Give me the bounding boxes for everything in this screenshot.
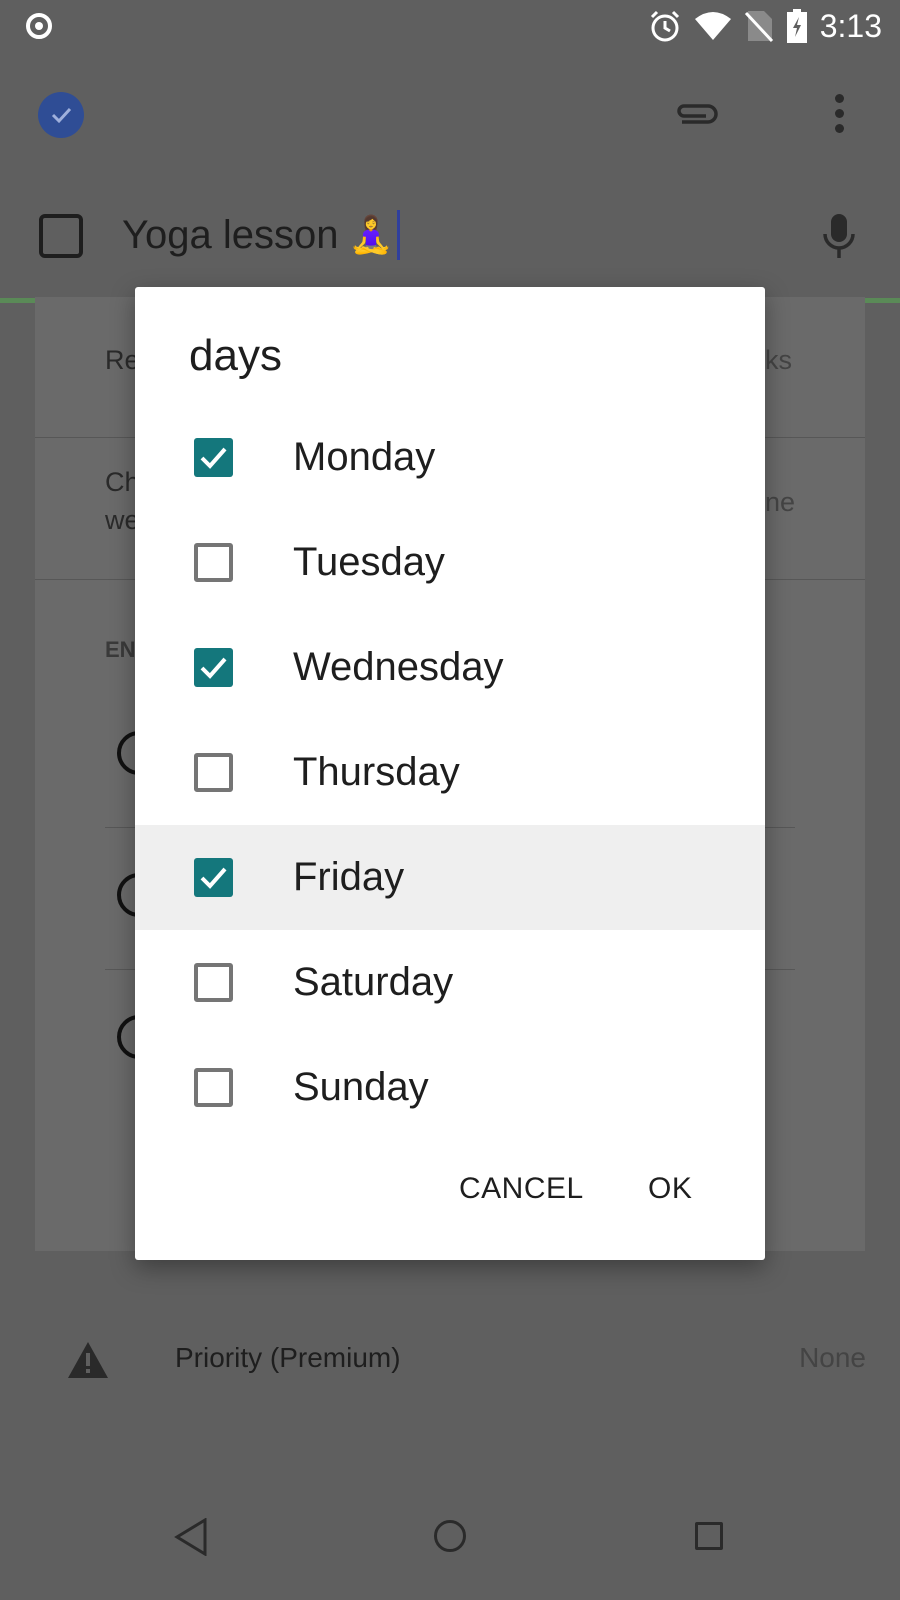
checkbox-unchecked-icon[interactable] — [194, 753, 233, 792]
day-option-label: Friday — [293, 855, 405, 899]
alarm-icon — [650, 10, 679, 42]
priority-value[interactable]: None — [799, 1342, 866, 1374]
day-option-sunday[interactable]: Sunday — [135, 1035, 765, 1140]
day-option-label: Tuesday — [293, 540, 445, 584]
checkbox-checked-icon[interactable] — [194, 648, 233, 687]
nav-home-icon[interactable] — [434, 1520, 466, 1552]
day-option-wednesday[interactable]: Wednesday — [135, 615, 765, 720]
bg-section-header: EN — [105, 637, 136, 662]
ok-button[interactable]: OK — [648, 1172, 692, 1206]
day-option-list: Monday Tuesday Wednesday Thursday Friday Satu… — [135, 405, 765, 1140]
checkbox-checked-icon[interactable] — [194, 858, 233, 897]
notification-dot-icon — [26, 13, 52, 39]
bg-row2-right-text: ne — [765, 487, 796, 517]
day-option-tuesday[interactable]: Tuesday — [135, 510, 765, 615]
checkbox-unchecked-icon[interactable] — [194, 1068, 233, 1107]
priority-label[interactable]: Priority (Premium) — [175, 1342, 401, 1374]
day-option-saturday[interactable]: Saturday — [135, 930, 765, 1035]
checkbox-unchecked-icon[interactable] — [194, 963, 233, 1002]
checkbox-unchecked-icon[interactable] — [194, 543, 233, 582]
meditation-emoji-icon: 🧘‍♀️ — [348, 214, 394, 255]
days-dialog: days Monday Tuesday Wednesday Thursday Frida… — [135, 287, 765, 1260]
battery-charging-icon — [786, 9, 807, 43]
microphone-icon[interactable] — [822, 212, 856, 260]
day-option-label: Sunday — [293, 1065, 429, 1109]
checkbox-checked-icon[interactable] — [194, 438, 233, 477]
navigation-bar — [0, 1488, 900, 1600]
task-checkbox[interactable] — [39, 214, 83, 258]
day-option-monday[interactable]: Monday — [135, 405, 765, 510]
day-option-label: Monday — [293, 435, 436, 479]
text-cursor — [397, 210, 401, 260]
task-row: Yoga lesson 🧘‍♀️ — [0, 180, 900, 295]
toolbar — [0, 52, 900, 177]
status-bar: 3:13 — [0, 0, 900, 52]
status-icons: 3:13 — [648, 8, 882, 44]
dialog-actions: CANCEL OK — [135, 1160, 765, 1220]
task-title-text: Yoga lesson — [122, 212, 339, 257]
day-option-label: Thursday — [293, 750, 460, 794]
nav-recents-icon[interactable] — [695, 1522, 723, 1550]
day-option-friday[interactable]: Friday — [135, 825, 765, 930]
cancel-button[interactable]: CANCEL — [459, 1172, 584, 1206]
bg-row1-right-text: ks — [765, 345, 792, 375]
more-vert-icon[interactable] — [835, 94, 845, 139]
day-option-thursday[interactable]: Thursday — [135, 720, 765, 825]
dialog-title: days — [189, 331, 282, 380]
done-check-icon[interactable] — [38, 92, 84, 138]
warning-icon — [68, 1342, 108, 1378]
wifi-icon — [694, 12, 731, 40]
day-option-label: Wednesday — [293, 645, 504, 689]
no-sim-icon — [744, 11, 773, 43]
status-time: 3:13 — [819, 7, 882, 44]
nav-back-icon[interactable] — [174, 1518, 208, 1556]
attachment-icon[interactable] — [672, 92, 720, 132]
task-title-field[interactable]: Yoga lesson 🧘‍♀️ — [122, 210, 401, 260]
day-option-label: Saturday — [293, 960, 454, 1004]
